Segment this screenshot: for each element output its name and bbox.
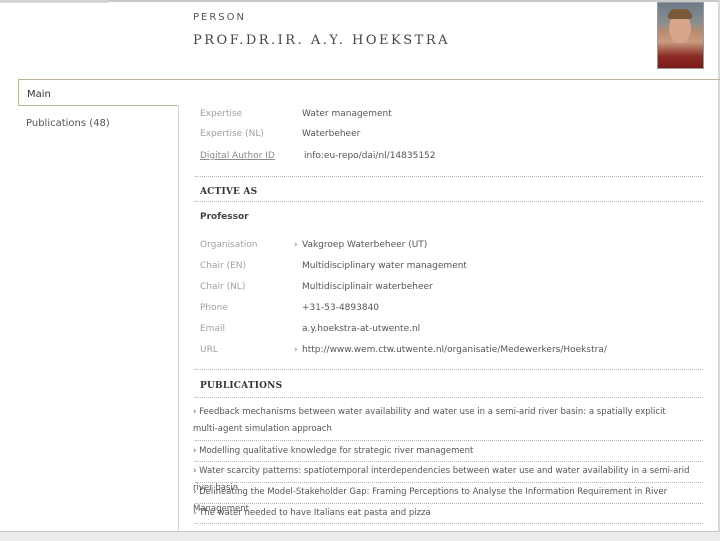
tab-underline [18, 105, 178, 106]
divider [195, 201, 703, 202]
publication-item[interactable]: › Feedback mechanisms between water avai… [193, 404, 693, 438]
chair-nl-label: Chair (NL) [200, 282, 246, 292]
active-as-heading: ACTIVE AS [200, 187, 258, 197]
tab-bar-line [178, 79, 720, 80]
url-link[interactable]: http://www.wem.ctw.utwente.nl/organisati… [302, 345, 607, 355]
divider [195, 523, 703, 524]
sidebar-item-publications[interactable]: Publications (48) [26, 118, 110, 129]
chevron-right-icon: › [294, 345, 298, 355]
publications-heading: PUBLICATIONS [200, 381, 283, 391]
publication-title[interactable]: The water needed to have Italians eat pa… [199, 508, 431, 518]
chair-en-label: Chair (EN) [200, 261, 247, 271]
sidebar-divider [178, 106, 179, 540]
expertise-value: Water management [302, 109, 392, 119]
tab-main[interactable]: Main [18, 79, 178, 105]
person-name-title: PROF.DR.IR. A.Y. HOEKSTRA [193, 33, 450, 48]
divider [195, 440, 703, 441]
divider [195, 369, 703, 370]
expertise-nl-label: Expertise (NL) [200, 129, 264, 139]
divider [195, 461, 703, 462]
expertise-nl-value: Waterbeheer [302, 129, 361, 139]
person-type-label: PERSON [193, 12, 246, 23]
publication-item[interactable]: › The water needed to have Italians eat … [193, 505, 693, 522]
divider [195, 503, 703, 504]
organisation-link[interactable]: Vakgroep Waterbeheer (UT) [302, 240, 427, 250]
top-border-accent [0, 0, 108, 3]
phone-label: Phone [200, 303, 228, 313]
organisation-label: Organisation [200, 240, 258, 250]
publication-title[interactable]: Feedback mechanisms between water availa… [193, 407, 666, 434]
divider [195, 482, 703, 483]
divider [195, 397, 703, 398]
digital-author-id-value: info:eu-repo/dai/nl/14835152 [304, 151, 436, 161]
person-photo [657, 2, 704, 69]
chair-en-value: Multidisciplinary water management [302, 261, 467, 271]
email-value[interactable]: a.y.hoekstra-at-utwente.nl [302, 324, 420, 334]
publication-item[interactable]: › Modelling qualitative knowledge for st… [193, 443, 693, 460]
email-label: Email [200, 324, 225, 334]
divider [195, 176, 703, 177]
chair-nl-value: Multidisciplinair waterbeheer [302, 282, 433, 292]
publication-title[interactable]: Modelling qualitative knowledge for stra… [199, 446, 473, 456]
url-label: URL [200, 345, 218, 355]
digital-author-id-link[interactable]: Digital Author ID [200, 151, 275, 161]
top-border [0, 0, 720, 2]
photo-hair [668, 9, 692, 19]
phone-value: +31-53-4893840 [302, 303, 380, 313]
role-title: Professor [200, 212, 249, 222]
expertise-label: Expertise [200, 109, 243, 119]
chevron-right-icon: › [294, 240, 298, 250]
